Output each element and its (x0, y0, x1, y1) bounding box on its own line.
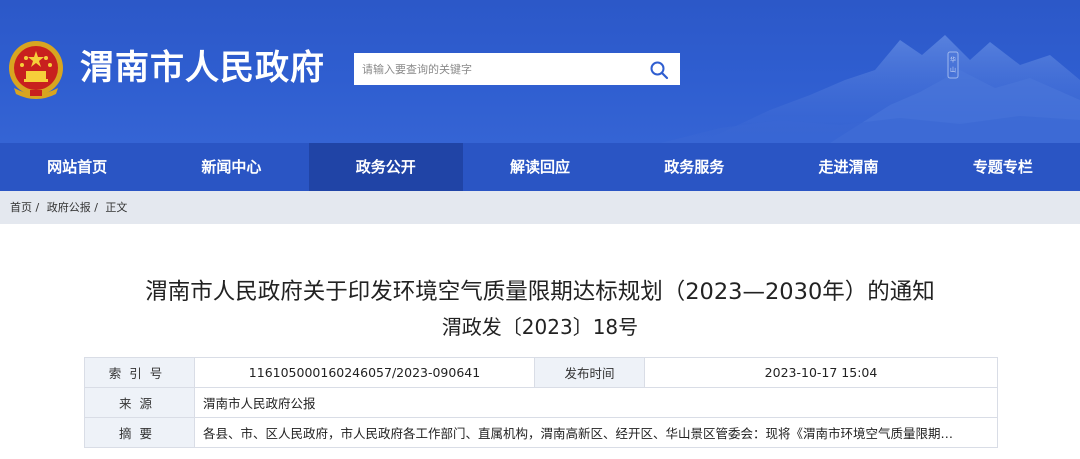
main-nav: 网站首页 新闻中心 政务公开 解读回应 政务服务 走进渭南 专题专栏 (0, 143, 1080, 191)
source-value: 渭南市人民政府公报 (194, 387, 998, 418)
nav-item-gov-affairs[interactable]: 政务公开 (308, 143, 463, 191)
svg-text:华: 华 (950, 56, 956, 64)
table-row: 摘要 各县、市、区人民政府，市人民政府各工作部门、直属机构，渭南高新区、经开区、… (84, 417, 998, 448)
mountain-decoration: 华 山 (660, 35, 1080, 143)
breadcrumb-home[interactable]: 首页 / (10, 201, 39, 214)
nav-item-topics[interactable]: 专题专栏 (926, 143, 1080, 191)
nav-item-home[interactable]: 网站首页 (0, 143, 154, 191)
svg-text:山: 山 (950, 66, 956, 74)
document-title: 渭南市人民政府关于印发环境空气质量限期达标规划（2023—2030年）的通知 (145, 279, 935, 305)
nav-item-about-weinan[interactable]: 走进渭南 (771, 143, 925, 191)
document-number: 渭政发〔2023〕18号 (441, 315, 639, 339)
abstract-value: 各县、市、区人民政府，市人民政府各工作部门、直属机构，渭南高新区、经开区、华山景… (194, 417, 998, 448)
breadcrumb-section[interactable]: 政府公报 / (47, 201, 98, 214)
index-label: 索引号 (84, 357, 195, 388)
site-header: 华 山 渭南市人民政府 (0, 0, 1080, 143)
nav-item-services[interactable]: 政务服务 (617, 143, 771, 191)
index-value: 116105000160246057/2023-090641 (194, 357, 535, 388)
breadcrumb-current: 正文 (105, 201, 128, 214)
article-content: 渭南市人民政府关于印发环境空气质量限期达标规划（2023—2030年）的通知 渭… (0, 224, 1080, 459)
document-meta-table: 索引号 116105000160246057/2023-090641 发布时间 … (84, 357, 998, 448)
breadcrumb: 首页 / 政府公报 / 正文 (0, 191, 1080, 224)
table-row: 来源 渭南市人民政府公报 (84, 387, 998, 418)
table-row: 索引号 116105000160246057/2023-090641 发布时间 … (84, 357, 998, 388)
search-input[interactable] (354, 53, 634, 85)
national-emblem-icon (9, 41, 63, 99)
nav-item-news[interactable]: 新闻中心 (154, 143, 308, 191)
publish-time-value: 2023-10-17 15:04 (644, 357, 998, 388)
nav-item-interpretation[interactable]: 解读回应 (463, 143, 617, 191)
search-icon[interactable] (648, 59, 670, 81)
search-box (354, 53, 680, 85)
site-title[interactable]: 渭南市人民政府 (80, 48, 325, 88)
publish-time-label: 发布时间 (534, 357, 645, 388)
abstract-label: 摘要 (84, 417, 195, 448)
source-label: 来源 (84, 387, 195, 418)
